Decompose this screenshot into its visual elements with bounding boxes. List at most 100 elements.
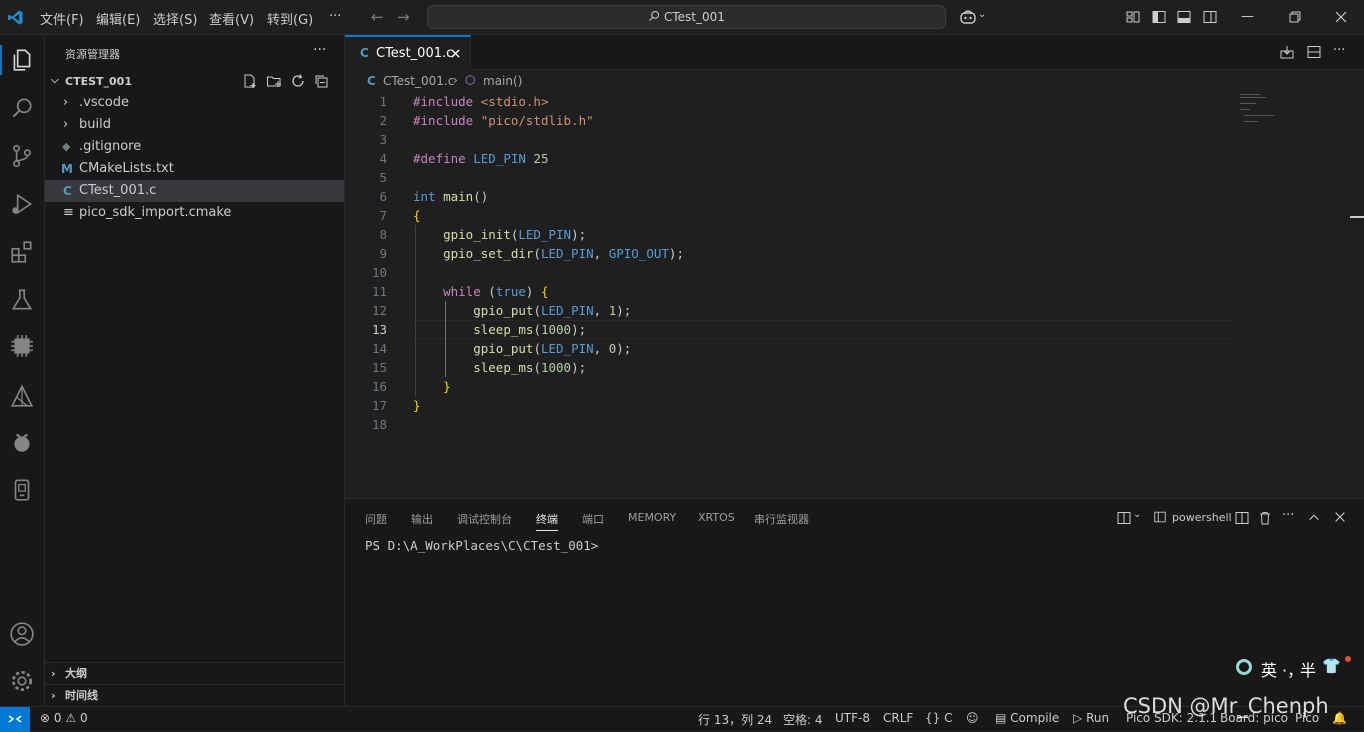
maximize-panel-icon[interactable] bbox=[1307, 510, 1321, 524]
minimap[interactable] bbox=[1240, 92, 1290, 128]
breadcrumb-symbol[interactable]: main() bbox=[483, 74, 522, 88]
notification-dot bbox=[1345, 656, 1351, 662]
open-changes-icon[interactable] bbox=[1279, 44, 1295, 60]
back-arrow-icon[interactable]: ← bbox=[371, 8, 384, 26]
indentation[interactable]: 空格: 4 bbox=[783, 711, 823, 728]
toggle-secondary-sidebar-icon[interactable] bbox=[1202, 9, 1218, 25]
line-number: 15 bbox=[371, 360, 387, 375]
menu-edit[interactable]: 编辑(E) bbox=[96, 9, 140, 28]
chevron-right-icon: › bbox=[51, 667, 56, 680]
split-editor-icon[interactable] bbox=[1306, 44, 1322, 60]
refresh-icon[interactable] bbox=[290, 73, 306, 89]
raspberry-icon[interactable] bbox=[9, 429, 35, 455]
tab-output[interactable]: 输出 bbox=[411, 511, 433, 527]
close-icon[interactable] bbox=[1333, 9, 1349, 25]
menu-file[interactable]: 文件(F) bbox=[40, 9, 84, 28]
code-line: gpio_set_dir(LED_PIN, GPIO_OUT); bbox=[443, 246, 684, 261]
settings-gear-icon[interactable] bbox=[9, 668, 35, 694]
tab-xrtos[interactable]: XRTOS bbox=[698, 511, 735, 524]
run-debug-icon[interactable] bbox=[9, 191, 35, 217]
timeline-section[interactable]: › 时间线 bbox=[45, 684, 344, 706]
chevron-down-icon: ⌵ bbox=[51, 75, 59, 86]
tab-serial-monitor[interactable]: 串行监视器 bbox=[754, 511, 809, 527]
function-symbol-icon: ⬡ bbox=[465, 73, 476, 87]
encoding[interactable]: UTF-8 bbox=[835, 711, 870, 725]
tab-memory[interactable]: MEMORY bbox=[628, 511, 676, 524]
account-icon[interactable] bbox=[9, 621, 35, 647]
terminal-name[interactable]: powershell bbox=[1172, 511, 1232, 524]
workspace-folder-header[interactable]: ⌵ CTEST_001 bbox=[45, 71, 344, 93]
more-actions-icon[interactable]: ··· bbox=[1282, 508, 1294, 523]
line-ending[interactable]: CRLF bbox=[883, 711, 913, 725]
restore-icon[interactable] bbox=[1287, 9, 1303, 25]
language-mode[interactable]: {} C bbox=[925, 711, 953, 725]
tab-terminal[interactable]: 终端 bbox=[536, 511, 558, 531]
forward-arrow-icon[interactable]: → bbox=[397, 8, 410, 26]
outline-section[interactable]: › 大纲 bbox=[45, 662, 344, 684]
tab-debug-console[interactable]: 调试控制台 bbox=[457, 511, 512, 527]
cmake-icon[interactable] bbox=[9, 383, 35, 409]
tree-item-build[interactable]: › build bbox=[45, 114, 344, 136]
more-actions-icon[interactable]: ··· bbox=[313, 42, 326, 58]
device-icon[interactable] bbox=[9, 477, 35, 503]
problems-indicator[interactable]: ⊗ 0 ⚠ 0 bbox=[40, 711, 88, 725]
run-label: Run bbox=[1086, 711, 1110, 725]
search-icon bbox=[649, 10, 660, 21]
scrollbar-cursor-marker bbox=[1350, 216, 1364, 218]
more-actions-icon[interactable]: ··· bbox=[1333, 43, 1345, 58]
cursor-position[interactable]: 行 13，列 24 bbox=[698, 711, 772, 728]
new-file-icon[interactable] bbox=[242, 73, 258, 89]
chip-icon[interactable] bbox=[9, 333, 35, 359]
ime-mode: 英 bbox=[1261, 661, 1278, 680]
tab-ports[interactable]: 端口 bbox=[582, 511, 604, 527]
tree-item-ctest-001-c[interactable]: C CTest_001.c bbox=[45, 180, 344, 202]
source-control-icon[interactable] bbox=[9, 143, 35, 169]
line-number: 11 bbox=[371, 284, 387, 299]
tab-problems[interactable]: 问题 bbox=[365, 511, 387, 527]
menu-selection[interactable]: 选择(S) bbox=[153, 9, 197, 28]
tree-item-cmakelists[interactable]: M CMakeLists.txt bbox=[45, 158, 344, 180]
chevron-down-icon[interactable]: ⌄ bbox=[978, 9, 994, 25]
collapse-all-icon[interactable] bbox=[314, 73, 330, 89]
close-icon[interactable] bbox=[450, 48, 461, 59]
new-folder-icon[interactable] bbox=[266, 73, 282, 89]
code-editor[interactable]: 1 2 3 4 5 6 7 8 9 10 11 12 13 14 15 16 1… bbox=[345, 92, 1364, 498]
minimize-icon[interactable]: — bbox=[1241, 9, 1257, 25]
terminal-icon bbox=[1154, 511, 1166, 523]
tree-item-gitignore[interactable]: ◆ .gitignore bbox=[45, 136, 344, 158]
copilot-icon[interactable] bbox=[959, 9, 977, 25]
c-file-icon: C bbox=[63, 184, 72, 198]
new-terminal-icon[interactable] bbox=[1116, 510, 1132, 526]
tree-item-pico-sdk-import[interactable]: ≡ pico_sdk_import.cmake bbox=[45, 202, 344, 224]
compile-button[interactable]: ▤ Compile bbox=[995, 711, 1059, 725]
notifications-bell-icon[interactable]: 🔔 bbox=[1332, 711, 1347, 725]
breadcrumb-file[interactable]: CTest_001.c bbox=[383, 74, 454, 88]
menu-more[interactable]: ··· bbox=[329, 9, 341, 24]
testing-icon[interactable] bbox=[9, 287, 35, 313]
cmake-file-icon: M bbox=[61, 162, 73, 176]
toggle-sidebar-icon[interactable] bbox=[1151, 9, 1167, 25]
split-terminal-icon[interactable] bbox=[1234, 510, 1250, 526]
chevron-down-icon[interactable]: ⌄ bbox=[1133, 509, 1141, 520]
watermark: CSDN @Mr_Chenph bbox=[1123, 694, 1329, 718]
close-panel-icon[interactable] bbox=[1333, 510, 1347, 524]
toggle-panel-icon[interactable] bbox=[1176, 9, 1192, 25]
search-icon[interactable] bbox=[9, 95, 35, 121]
explorer-icon[interactable] bbox=[9, 47, 35, 73]
copilot-status-icon[interactable]: ☺ bbox=[966, 711, 979, 725]
tree-item-vscode[interactable]: › .vscode bbox=[45, 92, 344, 114]
code-line: sleep_ms(1000); bbox=[473, 360, 587, 375]
run-button[interactable]: ▷ Run bbox=[1073, 711, 1109, 725]
line-number: 1 bbox=[379, 94, 387, 109]
terminal-output[interactable]: PS D:\A_WorkPlaces\C\CTest_001> bbox=[365, 538, 598, 553]
extensions-icon[interactable] bbox=[9, 239, 35, 265]
menu-view[interactable]: 查看(V) bbox=[209, 9, 254, 28]
customize-layout-icon[interactable] bbox=[1125, 9, 1141, 25]
command-center-search[interactable]: CTest_001 bbox=[427, 5, 946, 29]
remote-indicator[interactable] bbox=[0, 707, 30, 732]
trash-icon[interactable] bbox=[1257, 510, 1273, 526]
menu-go[interactable]: 转到(G) bbox=[267, 9, 313, 28]
vscode-logo-icon bbox=[8, 10, 23, 25]
folder-name: CTEST_001 bbox=[65, 75, 132, 88]
tab-ctest-001-c[interactable]: C CTest_001.c bbox=[345, 35, 471, 70]
